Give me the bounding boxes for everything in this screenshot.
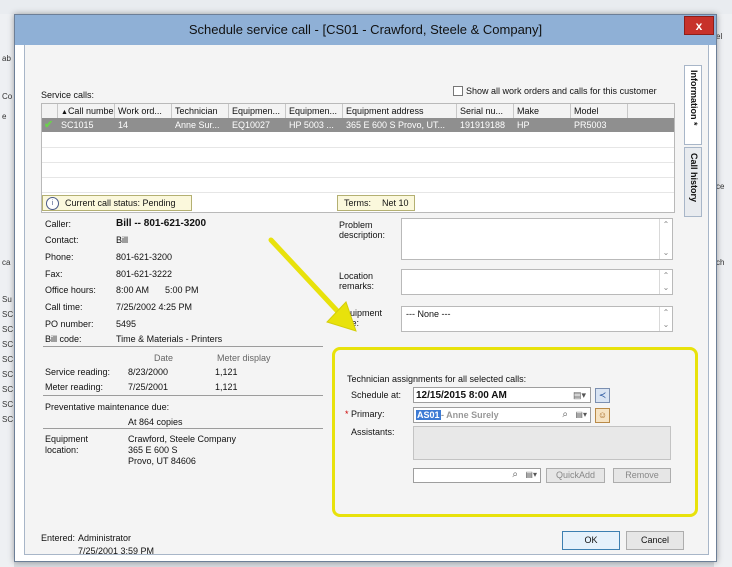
arrow-shaft <box>268 237 345 319</box>
annotation-arrow <box>268 237 357 332</box>
